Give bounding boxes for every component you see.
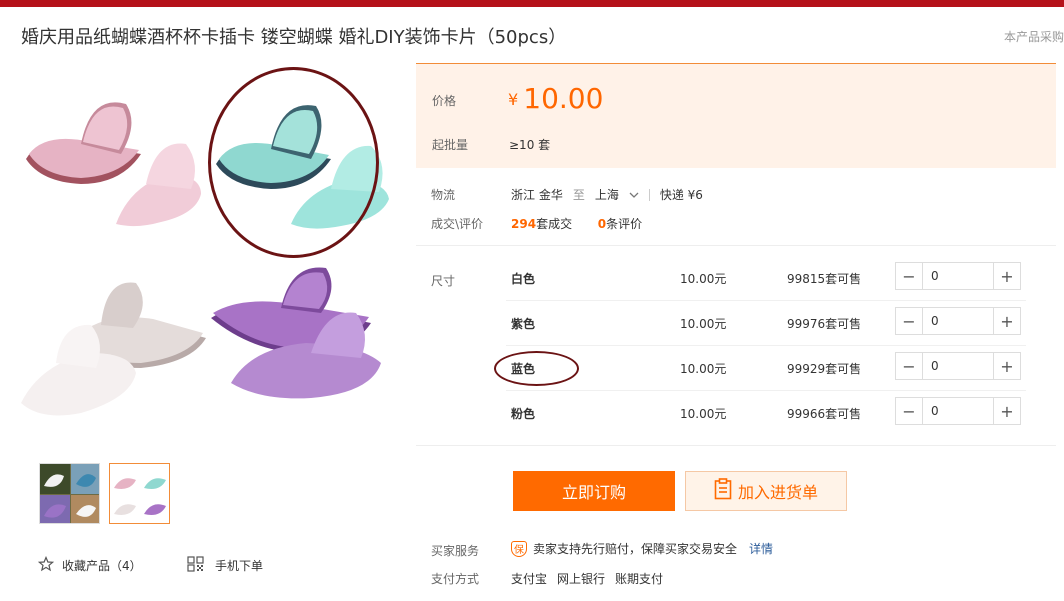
service-label: 买家服务 — [431, 544, 480, 558]
payment-method: 网上银行 — [557, 572, 606, 586]
sold-count: 294 — [511, 217, 537, 231]
logistics-label: 物流 — [431, 188, 456, 202]
sku-stock: 99976套可售 — [787, 317, 862, 331]
decrement-button[interactable]: − — [896, 353, 923, 379]
review-suffix[interactable]: 条评价 — [606, 217, 642, 231]
purchase-note[interactable]: 本产品采购 — [1004, 28, 1064, 45]
price-value: ¥ 10.00 — [508, 82, 603, 115]
decrement-button[interactable]: − — [896, 308, 923, 334]
increment-button[interactable]: + — [993, 353, 1020, 379]
mobile-order-label: 手机下单 — [215, 559, 264, 573]
favorite-label: 收藏产品（4） — [62, 559, 142, 573]
sku-row: 粉色 10.00元 99966套可售 − 0 + — [416, 391, 1056, 436]
quantity-input[interactable]: 0 — [923, 308, 993, 334]
quantity-stepper: − 0 + — [895, 262, 1021, 290]
add-to-cart-label: 加入进货单 — [737, 483, 818, 502]
buy-now-button[interactable]: 立即订购 — [513, 471, 675, 511]
sold-suffix: 套成交 — [536, 217, 573, 231]
pink-butterfly-image — [21, 64, 211, 253]
star-outline-icon — [37, 555, 55, 575]
quantity-input[interactable]: 0 — [923, 263, 993, 289]
price-amount: 10.00 — [523, 82, 604, 115]
sku-row: 白色 10.00元 99815套可售 − 0 + — [416, 256, 1056, 301]
sku-name: 白色 — [511, 272, 536, 286]
destination: 上海 — [594, 188, 619, 202]
route-divider — [648, 188, 650, 201]
route-to: 至 — [572, 188, 585, 202]
increment-button[interactable]: + — [993, 263, 1020, 289]
payment-methods: 支付宝 网上银行 账期支付 — [511, 570, 663, 587]
sku-name: 紫色 — [511, 317, 536, 331]
sku-stock: 99815套可售 — [787, 272, 862, 286]
service-text: 卖家支持先行赔付，保障买家交易安全 — [533, 542, 738, 556]
service-guarantee: 保 卖家支持先行赔付，保障买家交易安全 详情 — [511, 540, 773, 557]
payment-method: 账期支付 — [615, 572, 664, 586]
decrement-button[interactable]: − — [896, 263, 923, 289]
logistics-route: 浙江 金华 至 上海 快递 ¥6 — [511, 186, 703, 203]
section-divider — [416, 445, 1056, 446]
increment-button[interactable]: + — [993, 308, 1020, 334]
service-details-link[interactable]: 详情 — [749, 540, 773, 557]
moq-value: ≥10 套 — [509, 138, 551, 152]
quantity-stepper: − 0 + — [895, 352, 1021, 380]
sku-stock: 99966套可售 — [787, 407, 862, 421]
clipboard-icon — [714, 478, 732, 504]
section-divider — [416, 245, 1056, 246]
sku-stock: 99929套可售 — [787, 362, 862, 376]
payment-label: 支付方式 — [431, 572, 480, 586]
sku-name: 粉色 — [511, 407, 536, 421]
sku-price: 10.00元 — [680, 317, 727, 331]
decrement-button[interactable]: − — [896, 398, 923, 424]
currency-symbol: ¥ — [508, 90, 519, 109]
destination-select[interactable]: 上海 — [595, 186, 639, 203]
chevron-down-icon — [629, 188, 639, 202]
price-label: 价格 — [432, 94, 457, 108]
sku-price: 10.00元 — [680, 407, 727, 421]
quantity-input[interactable]: 0 — [923, 398, 993, 424]
sku-price: 10.00元 — [680, 362, 727, 376]
deals-label: 成交\评价 — [431, 217, 484, 231]
sku-row: 紫色 10.00元 99976套可售 − 0 + — [416, 301, 1056, 346]
qr-code-icon — [187, 556, 205, 575]
mobile-order-link[interactable]: 手机下单 — [187, 556, 263, 575]
payment-method: 支付宝 — [511, 572, 548, 586]
deals-summary: 294套成交 0条评价 — [511, 215, 642, 232]
guarantee-badge-text: 保 — [514, 545, 524, 556]
purple-butterfly-image — [211, 253, 401, 442]
guarantee-badge-icon: 保 — [511, 540, 527, 557]
teal-highlight-circle — [208, 67, 379, 258]
thumbnail-2[interactable] — [109, 463, 170, 524]
blue-highlight-circle — [494, 351, 579, 386]
product-title: 婚庆用品纸蝴蝶酒杯杯卡插卡 镂空蝴蝶 婚礼DIY装饰卡片（50pcs） — [21, 27, 567, 48]
thumbnail-1[interactable] — [39, 463, 100, 524]
shipping-fee: 快递 ¥6 — [659, 188, 703, 202]
add-to-cart-button[interactable]: 加入进货单 — [685, 471, 847, 511]
quantity-input[interactable]: 0 — [923, 353, 993, 379]
origin: 浙江 金华 — [511, 188, 563, 202]
review-count[interactable]: 0 — [598, 217, 606, 231]
quantity-stepper: − 0 + — [895, 397, 1021, 425]
white-butterfly-image — [21, 253, 211, 442]
sku-price: 10.00元 — [680, 272, 727, 286]
increment-button[interactable]: + — [993, 398, 1020, 424]
quantity-stepper: − 0 + — [895, 307, 1021, 335]
top-bar — [0, 0, 1064, 7]
moq-label: 起批量 — [432, 138, 469, 152]
favorite-product-link[interactable]: 收藏产品（4） — [37, 555, 142, 575]
